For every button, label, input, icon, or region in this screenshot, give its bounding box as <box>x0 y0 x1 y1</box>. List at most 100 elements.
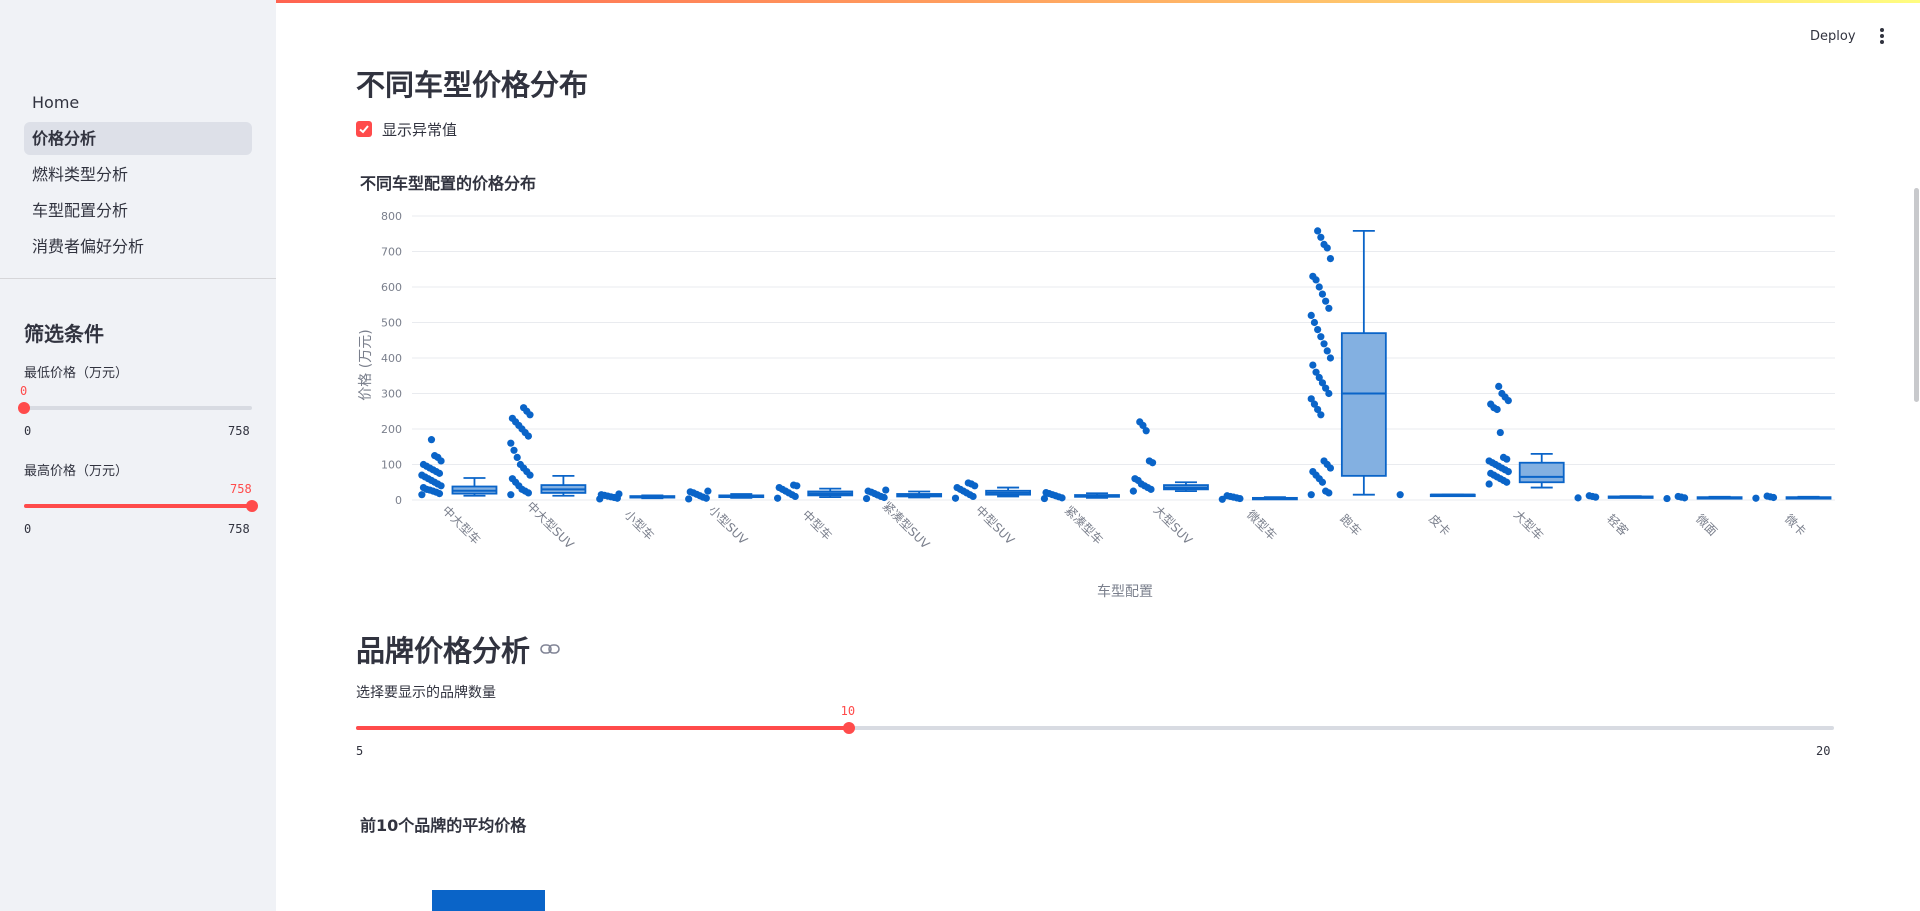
link-icon[interactable] <box>540 643 560 655</box>
x-tick-label: 小型SUV <box>706 503 751 548</box>
sidebar-nav-item[interactable]: Home <box>24 86 252 119</box>
data-point <box>1223 492 1231 500</box>
data-point <box>427 436 436 444</box>
outlier-checkbox[interactable]: 显示异常值 <box>356 119 457 139</box>
max-price-label: 最高价格（万元） <box>24 464 129 479</box>
data-point <box>1499 453 1508 461</box>
y-tick-label: 100 <box>381 459 402 472</box>
data-point <box>1307 491 1315 499</box>
box-0 <box>418 436 498 499</box>
x-tick-label: 轻客 <box>1604 511 1632 539</box>
data-point <box>1487 400 1495 408</box>
data-point <box>1325 304 1333 312</box>
box-12 <box>1485 382 1565 489</box>
box-4 <box>774 481 854 502</box>
data-point <box>1309 272 1317 280</box>
brand-count-slider[interactable] <box>356 722 1834 734</box>
sidebar-nav-item[interactable]: 消费者偏好分析 <box>24 230 252 263</box>
box-1 <box>507 404 587 499</box>
min-price-slider-max: 758 <box>228 424 250 438</box>
min-price-slider[interactable] <box>18 402 252 414</box>
data-point <box>882 486 890 494</box>
x-tick-label: 紧凑型SUV <box>880 499 933 552</box>
more-options-icon[interactable] <box>1872 26 1892 46</box>
data-point <box>775 483 783 492</box>
brand-count-value: 10 <box>840 704 856 718</box>
data-point <box>1485 480 1493 488</box>
data-point <box>1314 227 1322 235</box>
sidebar-nav-item[interactable]: 车型配置分析 <box>24 194 252 227</box>
min-price-slider-thumb[interactable] <box>18 402 30 414</box>
sidebar-nav-item[interactable]: 价格分析 <box>24 122 252 155</box>
data-point <box>516 460 525 469</box>
min-price-slider-min: 0 <box>24 424 32 438</box>
data-point <box>513 453 521 461</box>
x-tick-label: 中大型SUV <box>524 498 578 552</box>
data-point <box>1326 255 1335 263</box>
data-point <box>418 471 426 479</box>
x-tick-label: 微卡 <box>1782 512 1809 539</box>
max-price-slider[interactable] <box>24 500 258 512</box>
x-tick-label: 大型车 <box>1511 507 1547 543</box>
max-price-slider-thumb[interactable] <box>246 500 258 512</box>
page-scrollbar[interactable] <box>1914 188 1919 402</box>
data-point <box>1585 492 1593 500</box>
data-point <box>1318 290 1327 298</box>
deploy-button[interactable]: Deploy <box>1800 24 1866 50</box>
chart-grid <box>412 215 1835 501</box>
data-point <box>1763 492 1771 500</box>
data-point <box>1145 457 1153 465</box>
data-point <box>951 494 960 502</box>
x-tick-label: 微型车 <box>1244 507 1280 543</box>
data-point <box>862 494 871 503</box>
max-price-slider-min: 0 <box>24 522 32 536</box>
box-9 <box>1218 492 1298 503</box>
data-point <box>1320 240 1328 248</box>
data-point <box>520 404 528 412</box>
x-tick-label: 皮卡 <box>1426 512 1453 539</box>
data-point <box>1498 389 1506 398</box>
data-point <box>1136 418 1144 426</box>
box-chart-title: 不同车型配置的价格分布 <box>360 174 537 193</box>
min-price-label: 最低价格（万元） <box>24 366 129 381</box>
box-8 <box>1129 418 1209 495</box>
y-axis-label: 价格 (万元) <box>358 329 374 400</box>
max-price-value: 758 <box>230 482 252 496</box>
data-point <box>597 491 605 499</box>
data-point <box>1752 494 1760 502</box>
data-point <box>1129 487 1137 495</box>
box-2 <box>596 490 676 503</box>
page-title: 不同车型价格分布 <box>356 68 589 102</box>
checkbox-checked-icon[interactable] <box>356 121 372 137</box>
data-point <box>431 452 439 460</box>
y-tick-label: 500 <box>381 317 402 330</box>
data-point <box>1320 457 1328 465</box>
x-tick-label: 跑车 <box>1337 511 1365 539</box>
data-point <box>953 483 961 492</box>
data-point <box>419 483 428 492</box>
price-box-chart: 0 100 200 300 400 500 600 700 800 中大型车 中大型SUV 小型车 小… <box>358 210 1835 600</box>
y-tick-label: 800 <box>381 210 402 223</box>
y-tick-label: 0 <box>395 494 402 507</box>
data-point <box>510 446 518 454</box>
x-tick-label: 中大型车 <box>439 503 484 548</box>
max-price-slider-max: 758 <box>228 522 250 536</box>
sidebar-nav-item[interactable]: 燃料类型分析 <box>24 158 252 191</box>
data-point <box>507 491 515 499</box>
data-point <box>1307 395 1315 403</box>
data-point <box>1322 297 1330 305</box>
data-point <box>508 475 517 483</box>
box-6 <box>951 479 1031 502</box>
brand-count-slider-fill <box>356 726 849 730</box>
max-price-slider-fill <box>24 504 252 508</box>
x-tick-label: 微面 <box>1693 512 1720 539</box>
data-point <box>1322 487 1330 495</box>
data-point <box>1495 382 1503 390</box>
filter-title: 筛选条件 <box>24 322 104 346</box>
data-point <box>1496 428 1504 437</box>
data-point <box>1487 469 1495 477</box>
top-accent-bar <box>0 0 1920 3</box>
brand-count-slider-thumb[interactable] <box>842 722 855 734</box>
y-tick-label: 300 <box>381 388 402 401</box>
x-tick-label: 中型SUV <box>973 502 1019 548</box>
